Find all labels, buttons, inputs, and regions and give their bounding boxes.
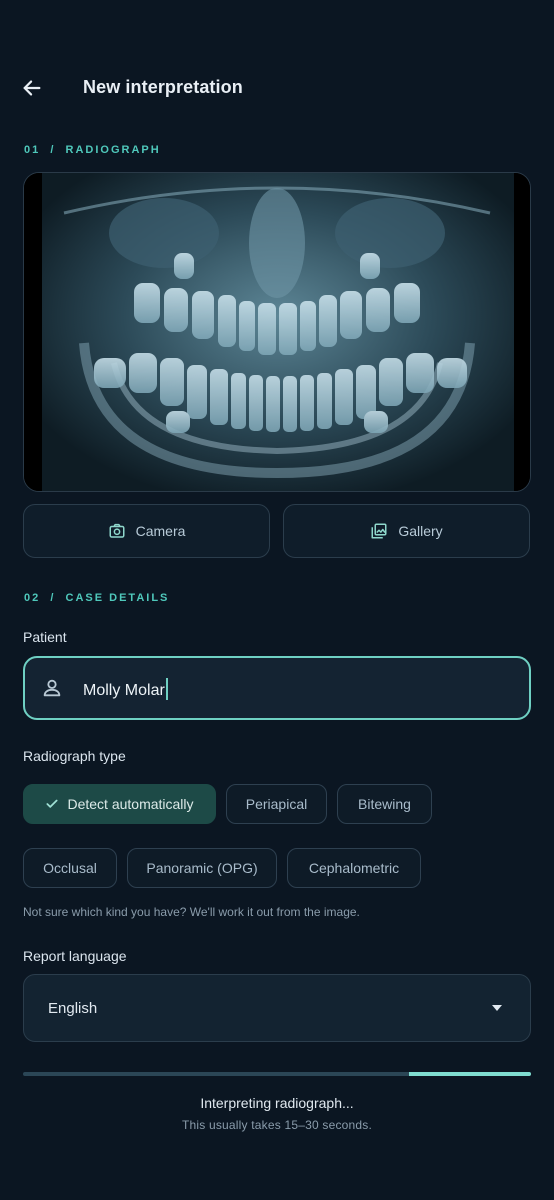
text-caret xyxy=(165,678,168,700)
gallery-button[interactable]: Gallery xyxy=(283,504,530,558)
camera-icon xyxy=(109,523,125,538)
chip-label: Occlusal xyxy=(43,860,97,876)
chip-label: Cephalometric xyxy=(308,860,400,876)
page-title: New interpretation xyxy=(83,77,243,97)
check-icon xyxy=(46,799,59,808)
report-language-select[interactable]: English xyxy=(23,974,531,1042)
camera-button[interactable]: Camera xyxy=(23,504,270,558)
chip-label: Bitewing xyxy=(358,796,411,812)
chip-label: Panoramic (OPG) xyxy=(146,860,258,876)
back-button[interactable] xyxy=(16,72,48,104)
chip-periapical[interactable]: Periapical xyxy=(226,784,327,824)
section-label-case-details: 02 / CASE DETAILS xyxy=(24,592,170,604)
chip-bitewing[interactable]: Bitewing xyxy=(337,784,432,824)
progress-bar-fill xyxy=(409,1072,531,1076)
top-bar: New interpretation xyxy=(0,66,554,110)
progress-bar xyxy=(23,1072,531,1076)
chip-cephalometric[interactable]: Cephalometric xyxy=(287,848,421,888)
radiograph-preview[interactable] xyxy=(23,172,531,492)
report-language-label: Report language xyxy=(23,948,127,964)
chip-panoramic-opg[interactable]: Panoramic (OPG) xyxy=(127,848,277,888)
dropdown-arrow-icon xyxy=(492,1005,502,1011)
patient-input-value: Molly Molar xyxy=(83,678,168,700)
radiograph-type-hint: Not sure which kind you have? We'll work… xyxy=(23,905,360,919)
camera-button-label: Camera xyxy=(135,523,186,539)
patient-label: Patient xyxy=(23,629,67,645)
chip-label: Detect automatically xyxy=(67,796,194,812)
chip-detect-automatically[interactable]: Detect automatically xyxy=(23,784,216,824)
gallery-button-label: Gallery xyxy=(398,523,443,539)
person-icon xyxy=(41,677,63,704)
chip-occlusal[interactable]: Occlusal xyxy=(23,848,117,888)
section-label-radiograph: 01 / RADIOGRAPH xyxy=(24,144,161,156)
patient-input[interactable]: Molly Molar xyxy=(23,656,531,720)
radiograph-image xyxy=(24,173,530,491)
status-subtext: This usually takes 15–30 seconds. xyxy=(181,1118,373,1132)
radiograph-type-label: Radiograph type xyxy=(23,748,126,764)
gallery-icon xyxy=(371,523,387,539)
report-language-value: English xyxy=(48,1000,98,1017)
arrow-left-icon xyxy=(23,80,41,96)
status-text: Interpreting radiograph... xyxy=(200,1095,354,1111)
chip-label: Periapical xyxy=(245,796,308,812)
